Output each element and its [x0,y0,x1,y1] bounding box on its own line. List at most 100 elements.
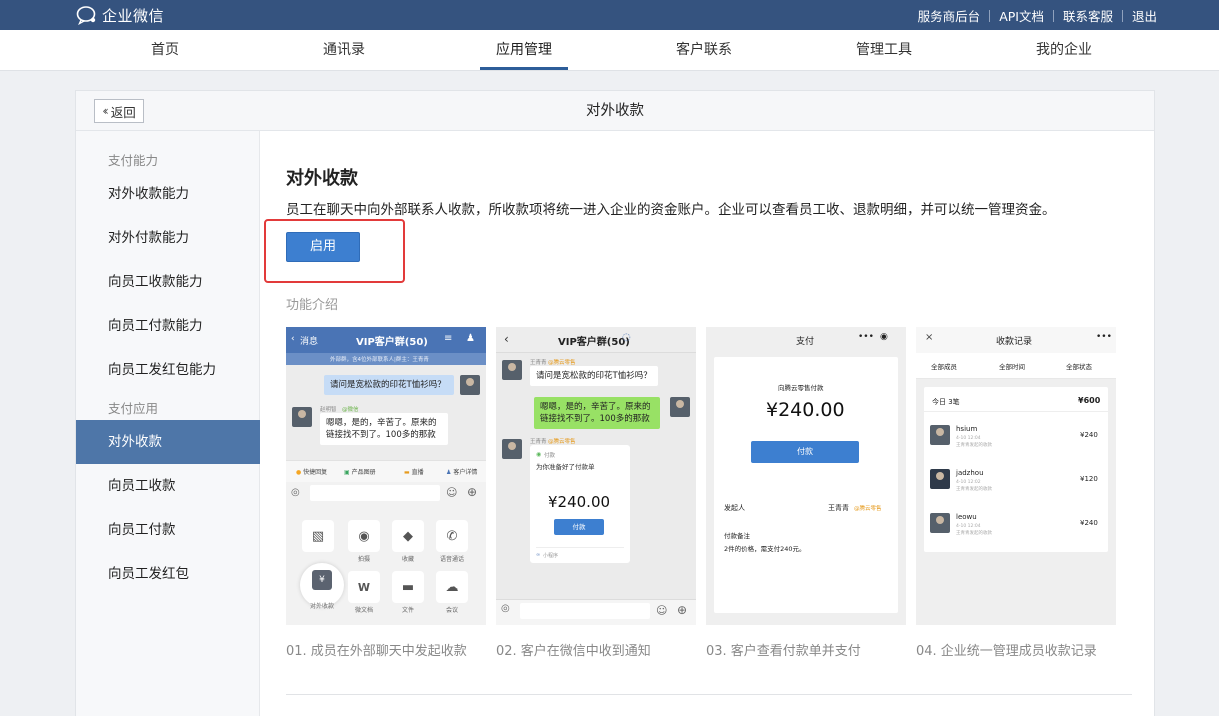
record-from: 王青青发起的收款 [956,487,992,492]
brand-logo[interactable]: 企业微信 [76,4,164,26]
sidebar-item-employee-redpacket[interactable]: 向员工发红包 [76,552,260,596]
record-date: 4-10 12:02 [956,480,981,485]
sender-tag: @腾云零售 [548,360,576,366]
box-icon[interactable]: ◆ [392,520,424,552]
main-nav: 首页 通讯录 应用管理 客户联系 管理工具 我的企业 [0,30,1219,71]
sender-tag: @微信 [342,407,359,413]
voice-icon[interactable]: ◎ [291,487,300,498]
app-panel: 对外收款 ‹‹ 返回 支付能力 对外收款能力 对外付款能力 向员工收款能力 向员… [75,90,1155,716]
feature-screenshot-3: 支付 ••• ◉ 向腾云零售付款 ¥240.00 付款 发起人 王青青 @腾云零… [706,327,906,625]
filter-time[interactable]: 全部时间 [999,361,1025,371]
records-header: 收款记录 [996,337,1033,347]
chat-bubble-in: 请问是宽松款的印花T恤衫吗？ [530,366,658,386]
sidebar-group-payment-apps: 支付应用 [108,401,159,416]
sidebar-item-employee-redpacket-ability[interactable]: 向员工发红包能力 [76,348,260,392]
pay-check-icon: ◉ [536,451,542,458]
avatar [502,360,522,380]
phone-icon[interactable]: ✆ [436,520,468,552]
avatar [670,397,690,417]
filter-status[interactable]: 全部状态 [1066,361,1092,371]
feature-caption-1: 01. 成员在外部聊天中发起收款 [286,644,467,659]
nav-home[interactable]: 首页 [105,30,225,71]
feature-screenshot-4: × 收款记录 ••• 全部成员 全部时间 全部状态 今日 3笔 ¥600 hsi… [916,327,1116,625]
plus-icon[interactable]: ⊕ [467,485,477,499]
voice-icon[interactable]: ◎ [501,603,510,614]
sidebar: 支付能力 对外收款能力 对外付款能力 向员工收款能力 向员工付款能力 向员工发红… [76,131,260,716]
sidebar-item-employee-pay-ability[interactable]: 向员工付款能力 [76,304,260,348]
record-from: 王青青发起的收款 [956,443,992,448]
record-date: 4-10 12:04 [956,524,981,529]
page-title: 对外收款 [286,168,358,189]
enable-button[interactable]: 启用 [286,232,360,262]
card-amount: ¥240.00 [548,493,611,511]
feature-screenshot-2: ‹ VIP客户群(50) ◌ 王青青 @腾云零售 请问是宽松款的印花T恤衫吗？ … [496,327,696,625]
provider-console-link[interactable]: 服务商后台 [909,6,990,25]
initiator-tag: @腾云零售 [854,506,882,512]
product-catalog[interactable]: ▣ 产品图册 [344,467,376,476]
sidebar-item-employee-collect-ability[interactable]: 向员工收款能力 [76,260,260,304]
more-icon[interactable]: ••• [858,332,874,342]
double-chevron-left-icon: ‹‹ [102,104,108,118]
nav-my-company[interactable]: 我的企业 [1004,30,1124,71]
nav-contacts[interactable]: 通讯录 [284,30,404,71]
message-input[interactable] [520,603,650,619]
avatar [292,407,312,427]
sender-name: 赵明智 [320,407,337,413]
more-icon[interactable]: ••• [1096,332,1112,342]
pay-amount: ¥240.00 [766,399,845,421]
message-input[interactable] [310,485,440,501]
quick-reply[interactable]: ● 快捷回复 [296,467,327,476]
contact-support-link[interactable]: 联系客服 [1054,6,1122,25]
image-icon[interactable]: ▧ [302,520,334,552]
cloud-icon[interactable]: ☁ [436,571,468,603]
panel-title: 对外收款 [586,103,644,119]
note-label: 付款备注 [724,532,750,540]
camera-icon[interactable]: ◉ [348,520,380,552]
sidebar-item-external-collect-ability[interactable]: 对外收款能力 [76,172,260,216]
filter-members[interactable]: 全部成员 [931,361,957,371]
api-docs-link[interactable]: API文档 [990,6,1053,25]
tile-label: 拍摄 [357,556,370,563]
avatar [930,513,950,533]
phone-back-label: 消息 [300,337,319,347]
sidebar-item-external-pay-ability[interactable]: 对外付款能力 [76,216,260,260]
sidebar-item-employee-collect[interactable]: 向员工收款 [76,464,260,508]
today-count: 今日 3笔 [932,398,960,406]
target-icon[interactable]: ◉ [880,332,888,342]
initiator-label: 发起人 [724,504,745,512]
sidebar-item-employee-pay[interactable]: 向员工付款 [76,508,260,552]
back-chevron-icon: ‹ [291,334,295,344]
avatar [930,425,950,445]
emoji-icon[interactable]: ☺ [656,604,667,617]
record-from: 王青青发起的收款 [956,531,992,536]
record-name: leowu [956,513,977,521]
content-divider [286,694,1132,695]
members-icon: ♟ [466,333,475,344]
close-icon[interactable]: × [925,332,933,343]
back-button[interactable]: ‹‹ 返回 [94,99,144,123]
tile-label: 语音通话 [439,556,464,563]
wallet-icon[interactable]: ¥ [312,570,332,590]
logout-link[interactable]: 退出 [1123,6,1157,25]
emoji-icon[interactable]: ☺ [446,486,457,499]
folder-icon[interactable]: ▬ [392,571,424,603]
nav-customer-contact[interactable]: 客户联系 [644,30,764,71]
customer-detail[interactable]: ♟ 客户详情 [446,467,477,476]
nav-management-tools[interactable]: 管理工具 [824,30,944,71]
sidebar-item-external-collect[interactable]: 对外收款 [76,420,260,464]
plus-icon[interactable]: ⊕ [677,603,687,617]
feature-caption-2: 02. 客户在微信中收到通知 [496,644,651,659]
avatar [502,439,522,459]
pay-button[interactable]: 付款 [751,441,859,463]
tile-label: 会议 [445,607,458,614]
card-pay-button[interactable]: 付款 [554,519,604,535]
doc-icon[interactable]: W [348,571,380,603]
wecom-logo-icon [76,6,96,25]
feature-caption-3: 03. 客户查看付款单并支付 [706,644,861,659]
nav-app-management[interactable]: 应用管理 [464,30,584,71]
pay-sheet [714,357,898,613]
back-label: 返回 [110,104,136,120]
record-amount: ¥240 [1080,519,1098,527]
record-date: 4-10 12:04 [956,436,981,441]
live-stream[interactable]: ▬ 直播 [404,467,424,476]
